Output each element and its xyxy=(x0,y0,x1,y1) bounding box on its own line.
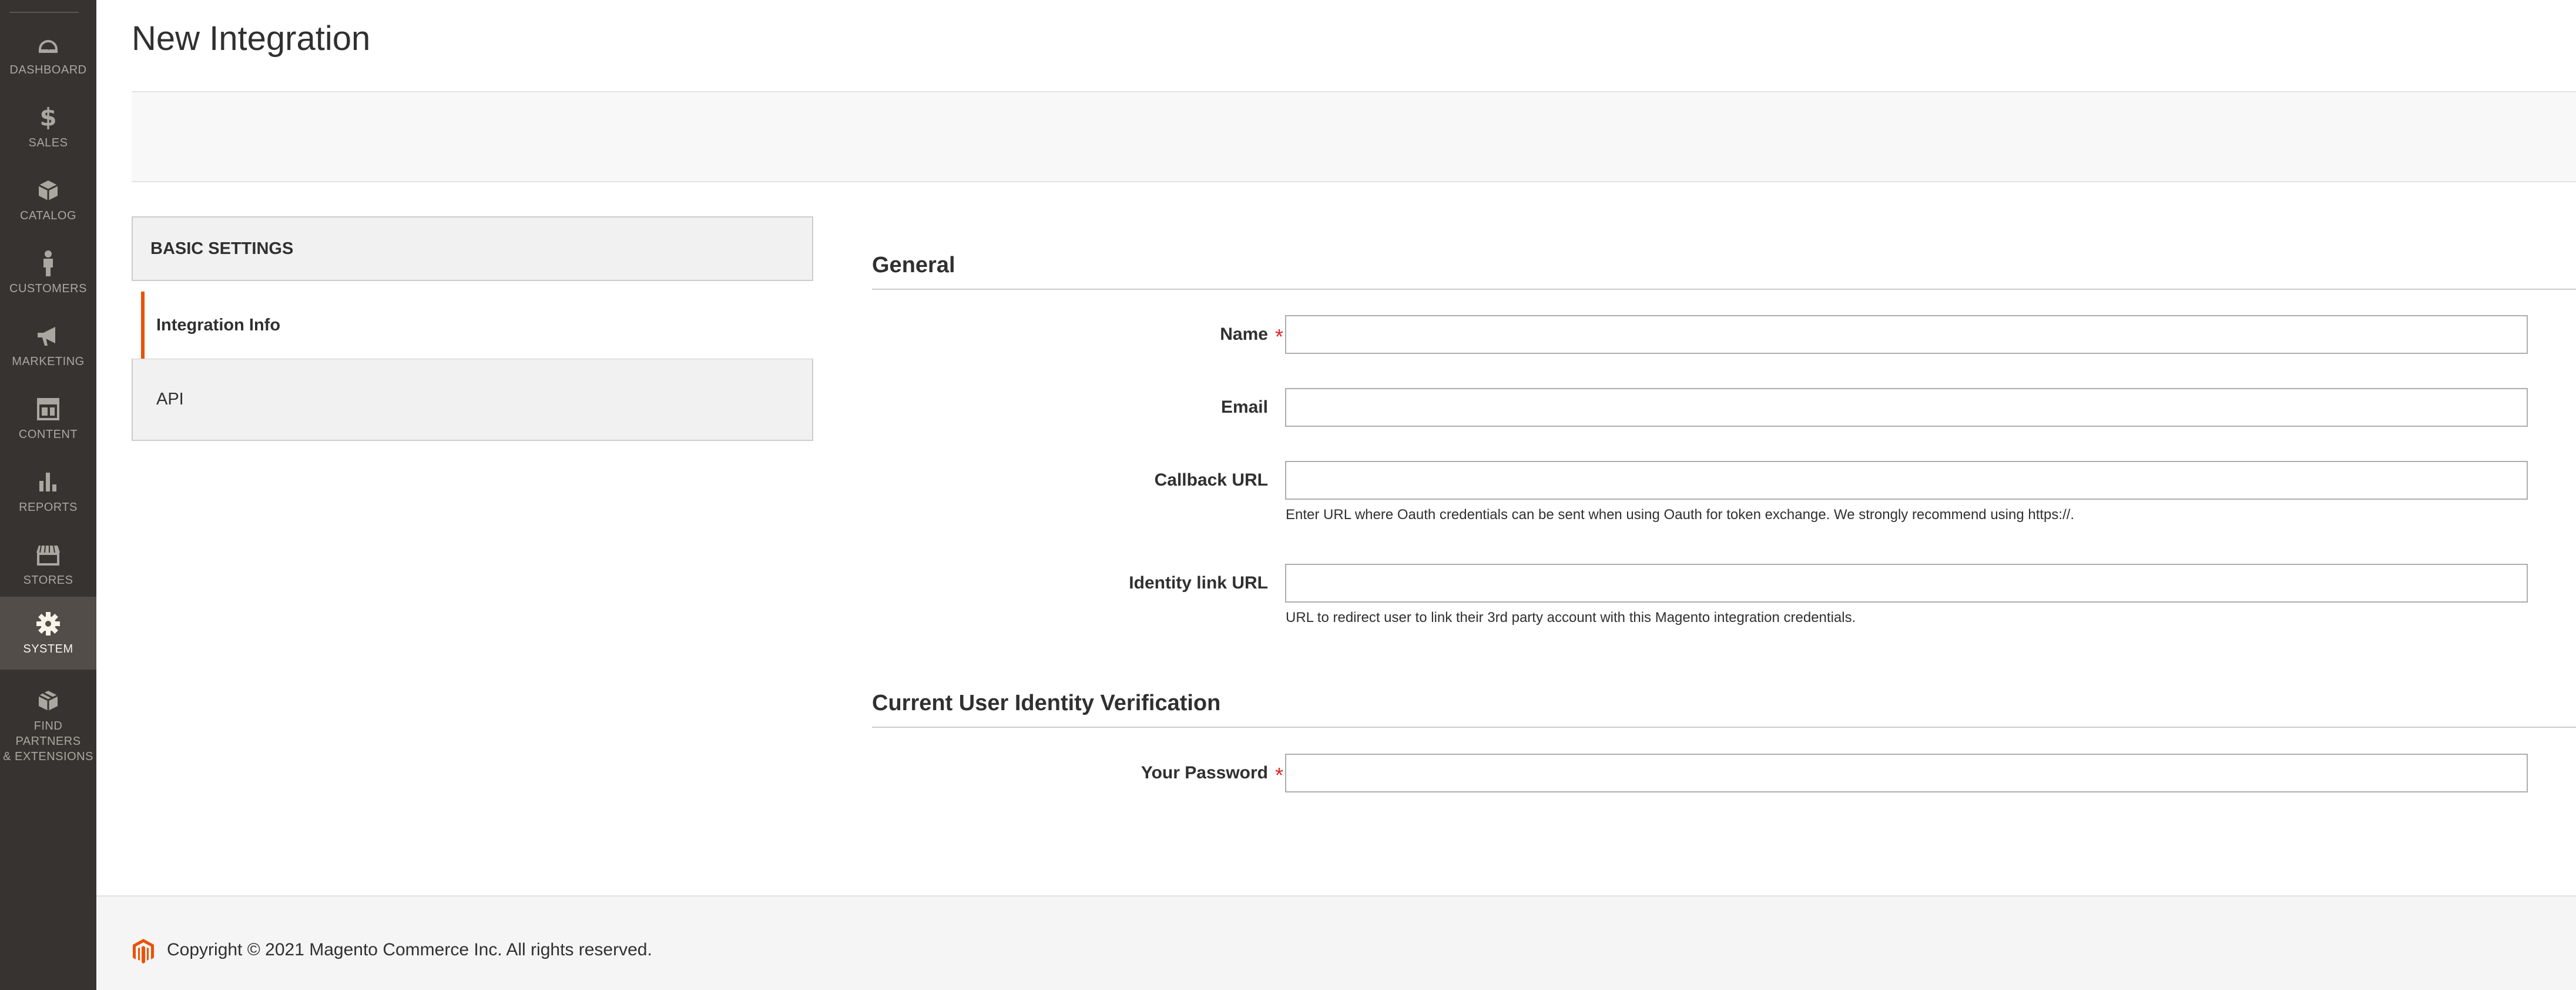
sidebar-item-label-line2: & EXTENSIONS xyxy=(3,750,93,763)
sidebar-item-find-partners[interactable]: FIND PARTNERS & EXTENSIONS xyxy=(0,674,96,764)
general-fieldset: General xyxy=(872,253,2576,290)
page-actions-bar xyxy=(132,91,2576,182)
tab-api[interactable]: API xyxy=(132,359,813,441)
callback-url-input[interactable] xyxy=(1285,461,2528,500)
name-label-text: Name xyxy=(1220,325,1268,344)
tabs-header: BASIC SETTINGS xyxy=(132,216,813,281)
layout-icon xyxy=(33,394,63,424)
sidebar-item-label-line1: FIND PARTNERS xyxy=(15,720,81,748)
copyright-text: Copyright © 2021 Magento Commerce Inc. A… xyxy=(167,940,652,959)
tabs-panel: BASIC SETTINGS Integration Info API xyxy=(132,216,813,441)
sidebar-item-label: FIND PARTNERS & EXTENSIONS xyxy=(0,718,96,764)
svg-text:$: $ xyxy=(39,105,56,131)
name-label: Name * xyxy=(872,315,1283,354)
verification-fieldset: Current User Identity Verification xyxy=(872,691,2576,728)
gear-icon xyxy=(33,608,63,639)
sidebar-item-stores[interactable]: STORES xyxy=(0,528,96,601)
callback-url-label: Callback URL * xyxy=(872,461,1283,500)
password-input[interactable] xyxy=(1285,754,2528,792)
identity-link-url-label-text: Identity link URL xyxy=(1129,573,1268,593)
magento-logo-icon xyxy=(132,938,155,965)
email-label: Email * xyxy=(872,388,1283,427)
sidebar-item-marketing[interactable]: MARKETING xyxy=(0,309,96,382)
sidebar-item-label: SYSTEM xyxy=(23,643,73,655)
person-icon xyxy=(33,248,63,279)
sidebar-item-label: STORES xyxy=(23,574,73,587)
password-label-text: Your Password xyxy=(1141,763,1268,782)
dollar-icon: $ xyxy=(33,102,63,133)
callback-url-label-text: Callback URL xyxy=(1154,470,1268,490)
megaphone-icon xyxy=(33,321,63,352)
dashboard-icon xyxy=(33,29,63,60)
required-asterisk: * xyxy=(1274,763,1283,787)
identity-link-url-label: Identity link URL * xyxy=(872,564,1283,603)
email-input[interactable] xyxy=(1285,388,2528,427)
general-fieldset-title: General xyxy=(872,253,2576,290)
identity-link-url-input[interactable] xyxy=(1285,564,2528,603)
sidebar-item-label: DASHBOARD xyxy=(9,63,87,76)
sidebar-item-customers[interactable]: CUSTOMERS xyxy=(0,236,96,309)
box-icon xyxy=(33,175,63,206)
sidebar-item-sales[interactable]: $ SALES xyxy=(0,91,96,163)
sidebar-item-dashboard[interactable]: DASHBOARD xyxy=(0,18,96,91)
page-title: New Integration xyxy=(132,19,371,58)
extensions-box-icon xyxy=(33,685,63,716)
sidebar-item-label: REPORTS xyxy=(19,501,78,514)
sidebar-item-label: SALES xyxy=(28,136,68,149)
sidebar-item-content[interactable]: CONTENT xyxy=(0,382,96,455)
bar-chart-icon xyxy=(33,467,63,497)
page-footer: Copyright © 2021 Magento Commerce Inc. A… xyxy=(96,895,2576,990)
sidebar-item-reports[interactable]: REPORTS xyxy=(0,455,96,528)
sidebar-item-label: MARKETING xyxy=(12,355,85,368)
identity-link-url-note: URL to redirect user to link their 3rd p… xyxy=(1286,610,1856,626)
sidebar-item-label: CUSTOMERS xyxy=(9,282,87,295)
storefront-icon xyxy=(33,540,63,570)
tab-integration-info[interactable]: Integration Info xyxy=(141,292,813,359)
verification-fieldset-title: Current User Identity Verification xyxy=(872,691,2576,728)
name-input[interactable] xyxy=(1285,315,2528,354)
sidebar-item-label: CATALOG xyxy=(19,209,77,222)
callback-url-note: Enter URL where Oauth credentials can be… xyxy=(1286,507,2075,523)
sidebar-divider xyxy=(9,12,79,13)
sidebar-item-label: CONTENT xyxy=(18,428,78,441)
sidebar-item-catalog[interactable]: CATALOG xyxy=(0,163,96,236)
password-label: Your Password * xyxy=(872,754,1283,792)
sidebar-item-system[interactable]: SYSTEM xyxy=(0,597,96,670)
admin-sidebar: DASHBOARD $ SALES CATALOG CUSTOMERS MARK… xyxy=(0,0,96,990)
email-label-text: Email xyxy=(1220,397,1268,417)
required-asterisk: * xyxy=(1274,325,1283,349)
